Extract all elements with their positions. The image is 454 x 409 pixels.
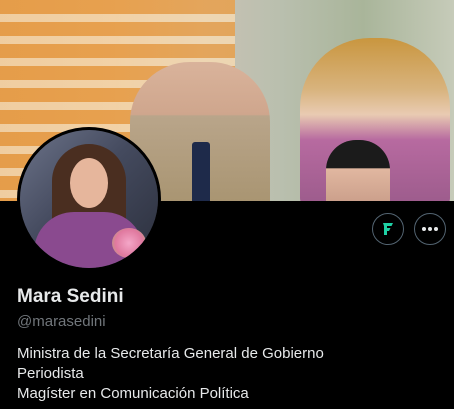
banner-tie: [192, 142, 210, 201]
avatar-face: [70, 158, 108, 208]
avatar-flowers: [112, 228, 146, 258]
bio-line-3: Magíster en Comunicación Política: [17, 385, 249, 402]
bio-line-1: Ministra de la Secretaría General de Gob…: [17, 345, 324, 362]
bio-line-2: Periodista: [17, 365, 84, 382]
banner-person-child: [326, 140, 390, 201]
f-logo-button[interactable]: [372, 213, 404, 245]
bio: Ministra de la Secretaría General de Gob…: [17, 344, 324, 404]
more-button[interactable]: [414, 213, 446, 245]
handle: @marasedini: [17, 313, 106, 330]
more-icon: [422, 227, 438, 231]
f-logo-icon: [383, 223, 393, 235]
display-name: Mara Sedini: [17, 286, 124, 307]
avatar[interactable]: [17, 127, 161, 271]
